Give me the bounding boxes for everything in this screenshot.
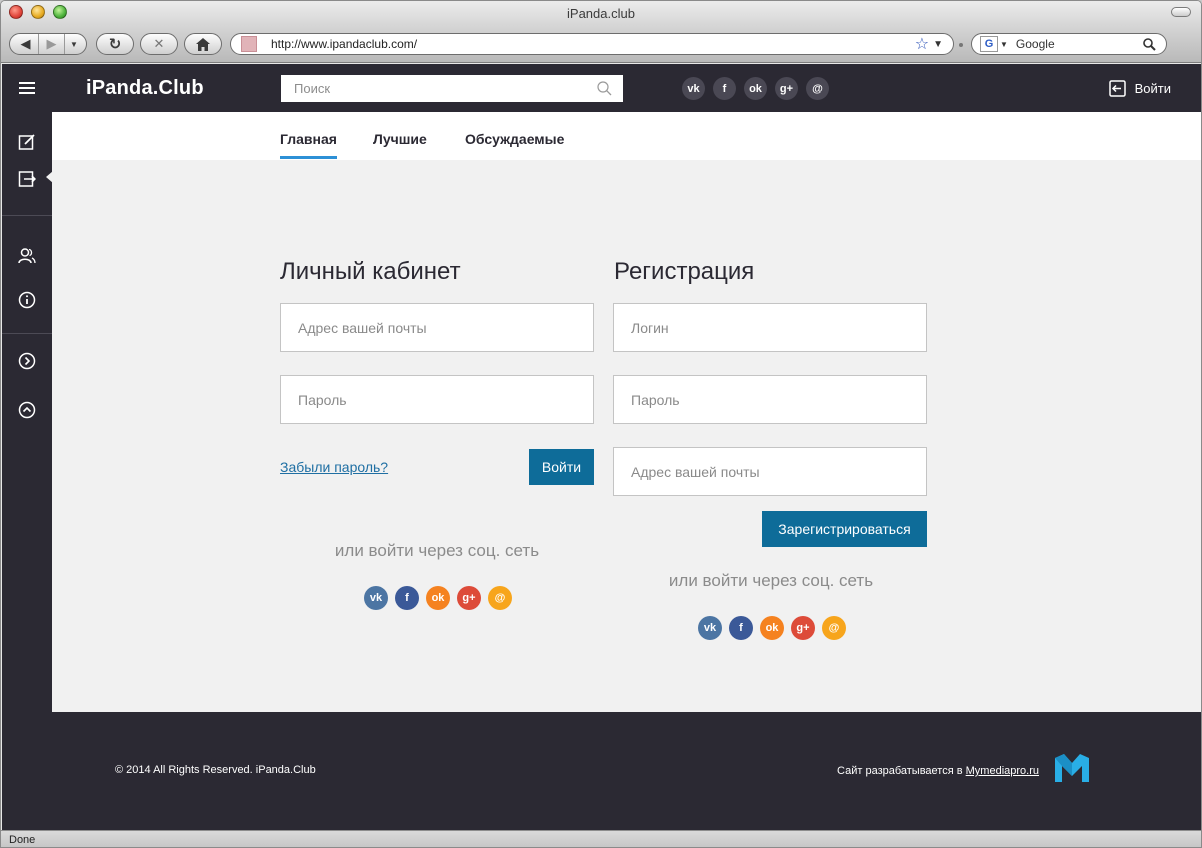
- home-icon: [196, 37, 210, 51]
- register-password-input[interactable]: [631, 391, 909, 408]
- tab-main[interactable]: Главная: [280, 131, 337, 159]
- engine-dropdown-icon[interactable]: ▼: [1000, 40, 1008, 49]
- odnoklassniki-icon[interactable]: ok: [744, 77, 767, 100]
- address-bar-url[interactable]: http://www.ipandaclub.com/: [271, 37, 915, 51]
- url-dropdown-icon[interactable]: ▼: [933, 39, 943, 50]
- browser-search-box[interactable]: G ▼ Google: [971, 33, 1167, 55]
- search-icon[interactable]: [597, 81, 612, 96]
- status-text: Done: [9, 834, 36, 846]
- history-nav-group: ◀ ▶ ▼: [9, 33, 87, 55]
- browser-toolbar: ◀ ▶ ▼ ↻ ✕ http://www.ipandaclub.com/ ☆ ▼…: [1, 25, 1201, 63]
- forward-button[interactable]: ▶: [39, 34, 65, 54]
- google-plus-icon[interactable]: g+: [791, 616, 815, 640]
- edit-icon[interactable]: [18, 133, 36, 151]
- bookmark-star-icon[interactable]: ☆: [915, 34, 929, 54]
- facebook-icon[interactable]: f: [713, 77, 736, 100]
- developer-link[interactable]: Mymediapro.ru: [966, 765, 1039, 777]
- register-login-field: [613, 303, 927, 352]
- login-social-links: vk f ok g+ @: [364, 586, 512, 610]
- mailru-icon[interactable]: @: [488, 586, 512, 610]
- header-login-button[interactable]: Войти: [1108, 80, 1171, 97]
- site-footer: © 2014 All Rights Reserved. iPanda.Club …: [2, 712, 1201, 830]
- login-submit-button[interactable]: Войти: [529, 449, 594, 485]
- header-social-links: vk f ok g+ @: [682, 77, 829, 100]
- google-plus-icon[interactable]: g+: [457, 586, 481, 610]
- login-email-input[interactable]: [298, 319, 576, 336]
- login-password-field: [280, 375, 594, 424]
- page-viewport: iPanda.Club vk f ok g+ @ Войти: [2, 64, 1201, 830]
- forward-arrow-icon: ▶: [46, 36, 57, 51]
- site-logo[interactable]: iPanda.Club: [86, 77, 204, 100]
- chevron-right-circle-icon[interactable]: [18, 352, 36, 370]
- address-bar[interactable]: http://www.ipandaclub.com/ ☆ ▼: [230, 33, 954, 55]
- mymediapro-logo-icon[interactable]: [1055, 754, 1089, 782]
- window-title: iPanda.club: [567, 6, 635, 21]
- users-icon[interactable]: [18, 247, 36, 265]
- login-password-input[interactable]: [298, 391, 576, 408]
- toolbar-separator: [959, 43, 963, 47]
- footer-copyright: © 2014 All Rights Reserved. iPanda.Club: [115, 764, 316, 776]
- tab-discussed[interactable]: Обсуждаемые: [465, 131, 564, 147]
- reload-button[interactable]: ↻: [96, 33, 134, 55]
- odnoklassniki-icon[interactable]: ok: [426, 586, 450, 610]
- sidebar-divider: [2, 333, 52, 334]
- chevron-down-icon: ▼: [70, 39, 78, 49]
- search-icon[interactable]: [1143, 37, 1156, 51]
- mailru-icon[interactable]: @: [806, 77, 829, 100]
- login-social-caption: или войти через соц. сеть: [334, 541, 540, 560]
- register-social-links: vk f ok g+ @: [698, 616, 846, 640]
- stop-icon: ✕: [153, 36, 165, 51]
- vk-icon[interactable]: vk: [682, 77, 705, 100]
- site-header: iPanda.Club vk f ok g+ @ Войти: [2, 64, 1201, 112]
- browser-search-input[interactable]: Google: [1016, 37, 1143, 51]
- login-email-field: [280, 303, 594, 352]
- google-engine-icon[interactable]: G: [980, 36, 998, 52]
- register-email-field: [613, 447, 927, 496]
- menu-icon[interactable]: [19, 82, 35, 94]
- register-social-caption: или войти через соц. сеть: [668, 571, 874, 590]
- back-arrow-icon: ◀: [20, 36, 31, 51]
- footer-developer-note: Сайт разрабатывается в Mymediapro.ru: [837, 765, 1039, 777]
- register-submit-button[interactable]: Зарегистрироваться: [762, 511, 927, 547]
- sidebar: [2, 112, 53, 712]
- vk-icon[interactable]: vk: [364, 586, 388, 610]
- browser-status-bar: Done: [1, 830, 1201, 847]
- footer-developer-prefix: Сайт разрабатывается в: [837, 765, 966, 777]
- tab-best[interactable]: Лучшие: [373, 131, 427, 147]
- login-icon: [1108, 80, 1126, 97]
- register-email-input[interactable]: [631, 463, 909, 480]
- facebook-icon[interactable]: f: [729, 616, 753, 640]
- login-icon[interactable]: [18, 170, 36, 188]
- forgot-password-link[interactable]: Забыли пароль?: [280, 459, 388, 475]
- vk-icon[interactable]: vk: [698, 616, 722, 640]
- register-login-input[interactable]: [631, 319, 909, 336]
- stop-button[interactable]: ✕: [140, 33, 178, 55]
- history-dropdown-button[interactable]: ▼: [65, 34, 83, 54]
- chevron-up-circle-icon[interactable]: [18, 401, 36, 419]
- home-button[interactable]: [184, 33, 222, 55]
- mailru-icon[interactable]: @: [822, 616, 846, 640]
- site-search: [281, 75, 623, 102]
- reload-icon: ↻: [108, 36, 122, 53]
- sidebar-divider: [2, 215, 52, 216]
- back-button[interactable]: ◀: [13, 34, 39, 54]
- header-login-label: Войти: [1134, 81, 1171, 96]
- title-bar: iPanda.club: [1, 1, 1201, 25]
- main-tabs: Главная Лучшие Обсуждаемые: [52, 112, 1201, 160]
- site-favicon-icon: [241, 36, 257, 52]
- site-search-input[interactable]: [294, 81, 584, 96]
- odnoklassniki-icon[interactable]: ok: [760, 616, 784, 640]
- info-icon[interactable]: [18, 291, 36, 309]
- google-plus-icon[interactable]: g+: [775, 77, 798, 100]
- facebook-icon[interactable]: f: [395, 586, 419, 610]
- browser-window: iPanda.club ◀ ▶ ▼ ↻ ✕ http://www.ipandac…: [0, 0, 1202, 848]
- auth-content: Личный кабинет Забыли пароль? Войти или …: [52, 160, 1201, 712]
- register-password-field: [613, 375, 927, 424]
- register-title: Регистрация: [614, 258, 755, 285]
- login-title: Личный кабинет: [280, 258, 461, 285]
- toolbar-toggle-button[interactable]: [1171, 7, 1191, 17]
